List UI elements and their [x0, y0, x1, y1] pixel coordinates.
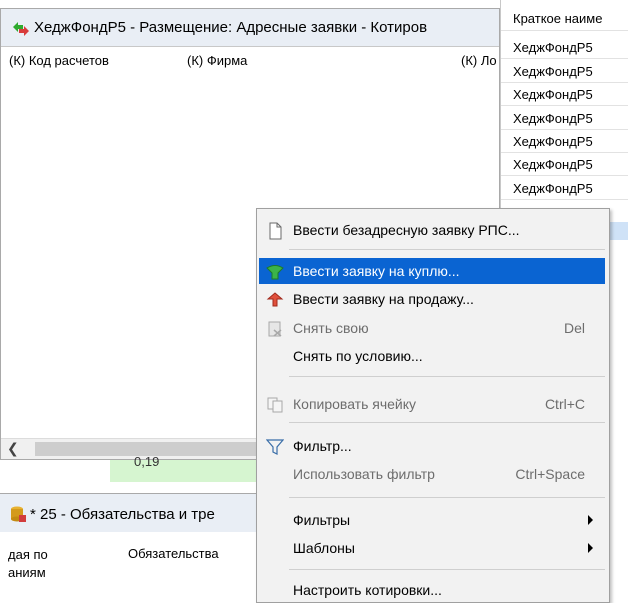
menu-item-configure-quotes[interactable]: Настроить котировки... — [259, 577, 605, 603]
menu-item-label: Шаблоны — [293, 540, 355, 556]
menu-item-label: Фильтр... — [293, 438, 352, 454]
cell-value: 0,19 — [134, 454, 160, 469]
menu-item-shortcut: Ctrl+C — [544, 396, 585, 412]
filter-icon — [266, 439, 284, 455]
list-item[interactable]: ХеджФондР5 — [513, 134, 593, 149]
menu-item-label: Снять по условию... — [293, 348, 423, 364]
menu-item-label: Ввести безадресную заявку РПС... — [293, 222, 520, 238]
row-divider — [501, 105, 628, 106]
row-divider — [501, 82, 628, 83]
obligations-window-titlebar[interactable]: * 25 - Обязательства и тре — [0, 494, 257, 532]
list-item[interactable]: ХеджФондР5 — [513, 157, 593, 172]
row-divider — [501, 175, 628, 176]
column-header-line: аниям — [8, 565, 46, 580]
menu-item-cancel-by-condition[interactable]: Снять по условию... — [259, 343, 605, 369]
column-header-line: дая по — [8, 547, 48, 562]
sell-icon — [266, 292, 284, 307]
column-header-lot[interactable]: (К) Ло — [461, 53, 497, 68]
cancel-order-icon — [268, 321, 282, 337]
submenu-arrow-icon — [588, 515, 593, 525]
menu-item-templates[interactable]: Шаблоны — [259, 535, 605, 561]
menu-item-label: Настроить котировки... — [293, 582, 442, 598]
row-divider — [501, 30, 628, 31]
menu-separator — [289, 249, 605, 250]
menu-item-shortcut: Del — [563, 320, 585, 336]
quotes-window-icon — [13, 22, 29, 36]
list-item[interactable]: ХеджФондР5 — [513, 40, 593, 55]
quotes-window-title: ХеджФондР5 - Размещение: Адресные заявки… — [34, 19, 428, 36]
column-header-firm[interactable]: (К) Фирма — [187, 53, 247, 68]
menu-item-label: Ввести заявку на продажу... — [293, 291, 474, 307]
submenu-arrow-icon — [588, 543, 593, 553]
menu-item-use-filter[interactable]: Использовать фильтр Ctrl+Space — [259, 461, 605, 487]
row-divider — [501, 129, 628, 130]
menu-item-copy-cell[interactable]: Копировать ячейку Ctrl+C — [259, 391, 605, 417]
obligations-window-title: * 25 - Обязательства и тре — [30, 506, 215, 523]
menu-item-enter-buy-order[interactable]: Ввести заявку на куплю... — [259, 258, 605, 284]
menu-item-label: Копировать ячейку — [293, 396, 417, 412]
list-item[interactable]: ХеджФондР5 — [513, 181, 593, 196]
menu-item-enter-rps-order[interactable]: Ввести безадресную заявку РПС... — [259, 217, 605, 243]
row-divider — [501, 152, 628, 153]
menu-separator — [289, 422, 605, 423]
menu-separator — [289, 376, 605, 377]
menu-item-shortcut: Ctrl+Space — [515, 466, 585, 482]
menu-item-cancel-own[interactable]: Снять свою Del — [259, 315, 605, 341]
menu-item-label: Ввести заявку на куплю... — [293, 263, 460, 279]
copy-icon — [267, 397, 283, 413]
menu-separator — [289, 569, 605, 570]
menu-item-enter-sell-order[interactable]: Ввести заявку на продажу... — [259, 286, 605, 312]
column-header-short-name[interactable]: Краткое наиме — [513, 11, 602, 26]
green-cell — [110, 460, 257, 482]
menu-item-label: Фильтры — [293, 512, 351, 528]
column-header-obligations[interactable]: Обязательства — [128, 546, 219, 561]
obligations-window: * 25 - Обязательства и тре дая по аниям … — [0, 493, 257, 603]
row-divider — [501, 199, 628, 200]
row-divider — [501, 58, 628, 59]
scroll-left-icon[interactable]: ❮ — [7, 440, 19, 457]
quotes-window-titlebar[interactable]: ХеджФондР5 - Размещение: Адресные заявки… — [1, 9, 499, 47]
buy-icon — [266, 265, 284, 280]
menu-item-label: Использовать фильтр — [293, 466, 435, 482]
list-item[interactable]: ХеджФондР5 — [513, 111, 593, 126]
menu-separator — [289, 497, 605, 498]
database-icon — [11, 506, 26, 522]
menu-item-filter[interactable]: Фильтр... — [259, 433, 605, 459]
column-header-trades[interactable]: дая по аниям — [8, 546, 48, 582]
context-menu: Ввести безадресную заявку РПС... Ввести … — [256, 208, 610, 603]
data-row-fragment: 0,19 — [0, 454, 257, 490]
document-icon — [269, 222, 282, 240]
menu-item-filters[interactable]: Фильтры — [259, 507, 605, 533]
menu-item-label: Снять свою — [293, 320, 369, 336]
list-item[interactable]: ХеджФондР5 — [513, 87, 593, 102]
list-item[interactable]: ХеджФондР5 — [513, 64, 593, 79]
column-header-settlement-code[interactable]: (К) Код расчетов — [9, 53, 109, 68]
